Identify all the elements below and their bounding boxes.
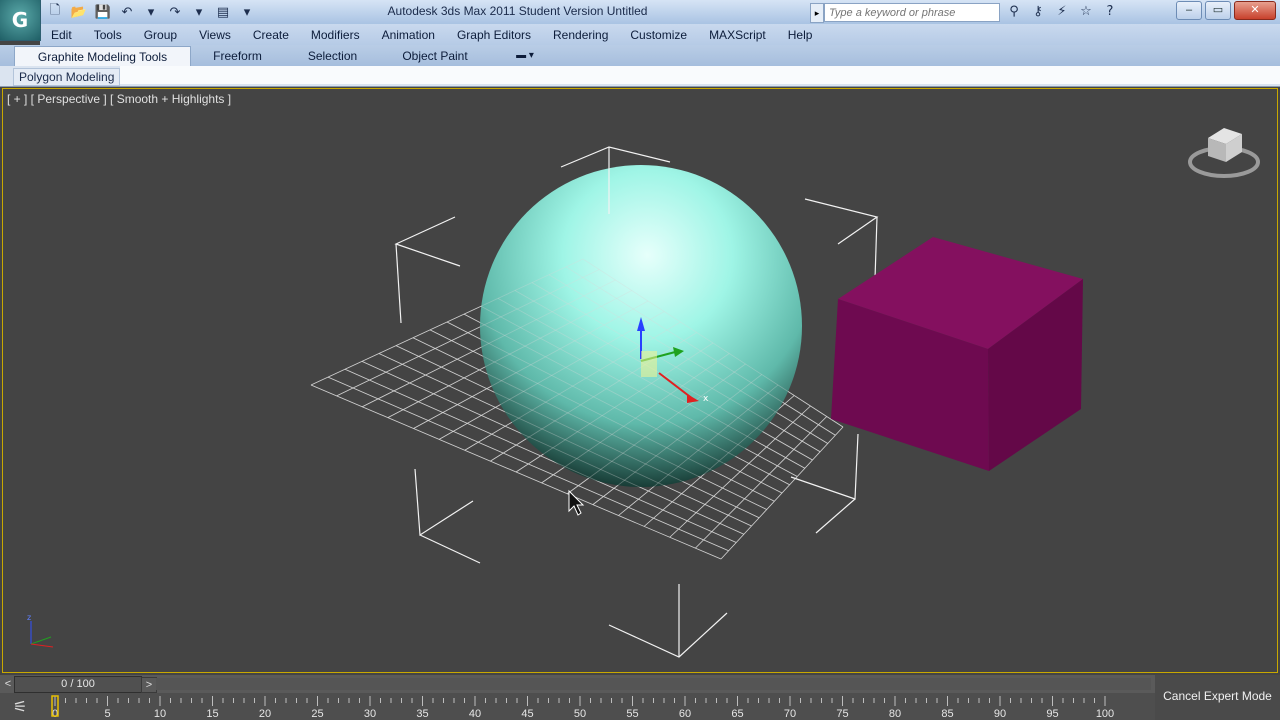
track-tick-label: 85 xyxy=(941,708,953,720)
track-tick-label: 65 xyxy=(731,708,743,720)
menu-maxscript[interactable]: MAXScript xyxy=(698,28,777,42)
track-tick-label: 70 xyxy=(784,708,796,720)
track-tick-label: 35 xyxy=(416,708,428,720)
curve-editor-icon[interactable]: ⚟ xyxy=(6,697,34,717)
favorites-star-icon[interactable]: ☆ xyxy=(1076,2,1096,20)
track-tick-label: 45 xyxy=(521,708,533,720)
menu-graph-editors[interactable]: Graph Editors xyxy=(446,28,542,42)
menu-edit[interactable]: Edit xyxy=(40,28,83,42)
selection-bracket xyxy=(414,468,474,537)
menu-rendering[interactable]: Rendering xyxy=(542,28,619,42)
tab-selection[interactable]: Selection xyxy=(295,46,370,66)
menu-create[interactable]: Create xyxy=(242,28,300,42)
track-tick-label: 95 xyxy=(1046,708,1058,720)
cancel-expert-mode-button[interactable]: Cancel Expert Mode xyxy=(1155,689,1280,703)
track-tick-label: 5 xyxy=(104,708,110,720)
mouse-cursor-icon xyxy=(568,489,585,516)
search-input[interactable] xyxy=(827,4,999,21)
track-tick-label: 0 xyxy=(52,708,58,720)
scene-canvas[interactable]: x z xyxy=(3,89,1278,673)
menu-modifiers[interactable]: Modifiers xyxy=(300,28,371,42)
application-button[interactable]: G xyxy=(0,0,41,41)
track-tick-label: 20 xyxy=(259,708,271,720)
app-logo-icon: G xyxy=(11,8,29,32)
tab-graphite-modeling-tools[interactable]: Graphite Modeling Tools xyxy=(14,46,191,67)
viewport-label-menu[interactable]: [ + ] [ Perspective ] [ Smooth + Highlig… xyxy=(7,92,231,106)
infocenter-toolbar: ⚲ ⚷ ⚡ ☆? xyxy=(1004,2,1120,20)
help-icon[interactable]: ? xyxy=(1100,2,1120,20)
selection-bracket xyxy=(560,146,671,168)
window-controls: – ▭ ✕ xyxy=(1176,1,1276,20)
time-slider: < 0 / 100 > xyxy=(0,675,1155,693)
selection-bracket xyxy=(815,498,856,534)
svg-text:z: z xyxy=(27,613,31,622)
track-tick-label: 15 xyxy=(206,708,218,720)
tab-freeform[interactable]: Freeform xyxy=(200,46,275,66)
cube-object[interactable] xyxy=(831,237,1083,471)
track-tick-label: 30 xyxy=(364,708,376,720)
track-tick-label: 60 xyxy=(679,708,691,720)
gizmo-x-label: x xyxy=(703,394,709,404)
track-bar-area: ⚟ 0 5 10 15 20 25 30 35 40 45 50 55 60 65 70 75 80 85 90 95… xyxy=(0,693,1155,720)
key-icon[interactable]: ⚷ xyxy=(1028,2,1048,20)
ribbon-panel: Polygon Modeling xyxy=(0,66,1280,87)
polygon-modeling-panel[interactable]: Polygon Modeling xyxy=(13,68,121,86)
selection-bracket xyxy=(395,243,402,324)
track-tick-label: 50 xyxy=(574,708,586,720)
menu-group[interactable]: Group xyxy=(133,28,188,42)
axis-tripod-icon: z xyxy=(27,613,54,648)
search-expand-arrow[interactable]: ▸ xyxy=(810,3,824,23)
track-tick-label: 80 xyxy=(889,708,901,720)
viewcube-icon[interactable] xyxy=(1186,118,1266,184)
time-next-button[interactable]: > xyxy=(141,677,157,693)
menu-bar: Edit Tools Group Views Create Modifiers Animat… xyxy=(40,24,1280,45)
minimize-button[interactable]: – xyxy=(1176,1,1202,20)
selection-bracket xyxy=(874,216,878,280)
time-slider-thumb[interactable]: 0 / 100 xyxy=(14,676,142,693)
track-tick-label: 40 xyxy=(469,708,481,720)
track-tick-label: 10 xyxy=(154,708,166,720)
track-tick-label: 100 xyxy=(1096,708,1114,720)
ribbon-options-icon[interactable]: ▬ ▾ xyxy=(508,46,542,66)
status-area: Cancel Expert Mode xyxy=(1155,675,1280,720)
track-tick-label: 55 xyxy=(626,708,638,720)
menu-help[interactable]: Help xyxy=(777,28,824,42)
time-slider-track[interactable] xyxy=(156,678,1151,690)
perspective-viewport[interactable]: x z [ + ] [ Perspective ] [ Smooth + Hig… xyxy=(2,88,1278,673)
binoculars-icon[interactable]: ⚲ xyxy=(1004,2,1024,20)
track-tick-label: 25 xyxy=(311,708,323,720)
selection-bracket xyxy=(804,198,879,245)
tab-object-paint[interactable]: Object Paint xyxy=(395,46,475,66)
menu-views[interactable]: Views xyxy=(188,28,242,42)
title-bar: 🗋 📂 💾 ↶ ▾ ↷ ▾ ▤ ▾ Autodesk 3ds Max 2011 Student … xyxy=(0,0,1280,25)
menu-customize[interactable]: Customize xyxy=(619,28,698,42)
selection-bracket xyxy=(419,534,481,564)
selection-bracket xyxy=(608,612,728,658)
time-prev-button[interactable]: < xyxy=(2,677,14,691)
track-bar[interactable]: 0 5 10 15 20 25 30 35 40 45 50 55 60 65 70 75 80 85 90 95 10… xyxy=(40,693,1150,720)
restore-button[interactable]: ▭ xyxy=(1205,1,1231,20)
search-field[interactable] xyxy=(824,3,1000,22)
menu-animation[interactable]: Animation xyxy=(371,28,446,42)
selection-bracket xyxy=(394,216,461,267)
ribbon-tabs: Graphite Modeling Tools Freeform Selecti… xyxy=(0,45,1280,67)
track-tick-label: 75 xyxy=(836,708,848,720)
exchange-icon[interactable]: ⚡ xyxy=(1052,2,1072,20)
close-button[interactable]: ✕ xyxy=(1234,1,1276,20)
track-tick-label: 90 xyxy=(994,708,1006,720)
menu-tools[interactable]: Tools xyxy=(83,28,133,42)
